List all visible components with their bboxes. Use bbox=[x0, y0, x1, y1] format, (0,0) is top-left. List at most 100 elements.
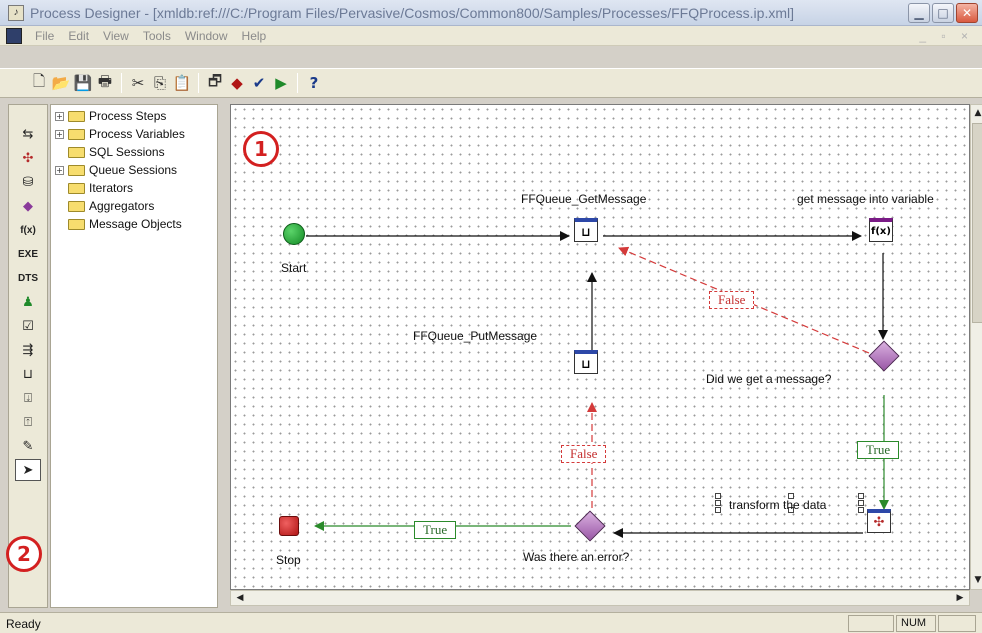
expand-icon[interactable]: + bbox=[55, 165, 64, 175]
edge-label-true-2: True bbox=[414, 521, 457, 539]
stop-node[interactable] bbox=[279, 516, 299, 536]
menu-view[interactable]: View bbox=[96, 29, 136, 43]
cut-icon[interactable]: ✂ bbox=[127, 72, 149, 94]
exe-tool[interactable]: EXE bbox=[9, 243, 47, 265]
tree-panel: + Process Steps + Process Variables SQL Se… bbox=[50, 104, 218, 608]
scroll-up-icon[interactable]: ▲ bbox=[972, 106, 982, 120]
tree-item-label: Process Steps bbox=[89, 109, 167, 123]
copy-icon[interactable]: ⎘ bbox=[149, 72, 171, 94]
getmessage-node[interactable]: ⊔ bbox=[574, 218, 598, 242]
tree-item-label: Process Variables bbox=[89, 127, 185, 141]
paste-icon[interactable]: 📋 bbox=[171, 72, 193, 94]
menu-file[interactable]: File bbox=[28, 29, 61, 43]
status-bar: Ready NUM bbox=[0, 612, 982, 633]
toolbar: 🗋 📂 💾 🖶 ✂ ⎘ 📋 🗗 ◆ ✔ ▶ ? bbox=[0, 68, 982, 98]
tree-item-label: Queue Sessions bbox=[89, 163, 178, 177]
start-label: Start bbox=[281, 261, 307, 275]
tree-item-queue-sessions[interactable]: + Queue Sessions bbox=[55, 161, 177, 179]
expand-icon[interactable]: + bbox=[55, 129, 64, 139]
expand-icon[interactable]: + bbox=[55, 111, 64, 121]
getmessage-label: FFQueue_GetMessage bbox=[521, 192, 647, 206]
transform-node[interactable]: ✣ bbox=[867, 509, 891, 533]
selection-handle[interactable] bbox=[715, 493, 721, 499]
menu-window[interactable]: Window bbox=[178, 29, 235, 43]
tree-item-process-variables[interactable]: + Process Variables bbox=[55, 125, 185, 143]
folder-icon bbox=[68, 200, 85, 212]
transform-label: transform the data bbox=[729, 498, 827, 512]
tree-item-message-objects[interactable]: Message Objects bbox=[55, 215, 182, 233]
save-icon[interactable]: 💾 bbox=[72, 72, 94, 94]
maximize-button[interactable]: □ bbox=[932, 2, 954, 23]
scroll-right-icon[interactable]: ▶ bbox=[953, 592, 967, 604]
queue-icon[interactable]: ⊔ bbox=[9, 363, 47, 385]
menu-tools[interactable]: Tools bbox=[136, 29, 178, 43]
scroll-down-icon[interactable]: ▼ bbox=[972, 573, 982, 587]
process-designer-icon: ♪ bbox=[8, 4, 24, 21]
step-icon[interactable]: ⇆ bbox=[9, 123, 47, 145]
print-icon[interactable]: 🖶 bbox=[94, 72, 116, 94]
vertical-scroll-thumb[interactable] bbox=[972, 123, 982, 323]
decision-icon[interactable]: ◆ bbox=[9, 195, 47, 217]
scroll-left-icon[interactable]: ◀ bbox=[233, 592, 247, 604]
tree-item-sql-sessions[interactable]: SQL Sessions bbox=[55, 143, 165, 161]
menu-help[interactable]: Help bbox=[235, 29, 274, 43]
checklist-icon[interactable]: ☑ bbox=[9, 315, 47, 337]
get-message-icon[interactable]: ⍐ bbox=[9, 411, 47, 433]
user-icon[interactable]: ♟ bbox=[9, 291, 47, 313]
database-icon[interactable]: ⛁ bbox=[9, 171, 47, 193]
tree-item-aggregators[interactable]: Aggregators bbox=[55, 197, 154, 215]
function-node[interactable]: f(x) bbox=[869, 218, 893, 242]
properties-icon[interactable]: 🗗 bbox=[204, 72, 226, 94]
edit-icon[interactable]: ✎ bbox=[9, 435, 47, 457]
putmessage-node[interactable]: ⊔ bbox=[574, 350, 598, 374]
edge-label-true-1: True bbox=[857, 441, 900, 459]
title-bar: ♪ Process Designer - [xmldb:ref:///C:/Pr… bbox=[0, 0, 982, 26]
vertical-scrollbar[interactable]: ▲ ▼ bbox=[970, 104, 982, 590]
new-icon[interactable]: 🗋 bbox=[28, 72, 50, 94]
status-pane bbox=[848, 615, 894, 632]
function-icon: f(x) bbox=[871, 226, 891, 237]
pointer-icon[interactable]: ➤ bbox=[15, 459, 41, 481]
document-icon[interactable] bbox=[6, 27, 22, 44]
status-text: Ready bbox=[6, 617, 41, 631]
check-icon[interactable]: ✔ bbox=[248, 72, 270, 94]
menu-bar: File Edit View Tools Window Help _ ▫ × bbox=[0, 26, 982, 46]
menu-edit[interactable]: Edit bbox=[61, 29, 96, 43]
diagram-canvas[interactable]: 1 Start FFQueue_GetMessage ⊔ get message… bbox=[230, 104, 970, 590]
open-icon[interactable]: 📂 bbox=[50, 72, 72, 94]
num-indicator: NUM bbox=[896, 615, 936, 632]
horizontal-scrollbar[interactable]: ◀ ▶ bbox=[230, 590, 970, 606]
run-icon[interactable]: ▶ bbox=[270, 72, 292, 94]
callout-1: 1 bbox=[243, 131, 279, 167]
status-pane bbox=[938, 615, 976, 632]
transform-icon[interactable]: ✣ bbox=[9, 147, 47, 169]
callout-2: 2 bbox=[6, 536, 42, 572]
selection-handle[interactable] bbox=[858, 507, 864, 513]
queue-icon: ⊔ bbox=[581, 224, 591, 239]
edge-label-false-1: False bbox=[709, 291, 755, 309]
function-icon[interactable]: f(x) bbox=[9, 219, 47, 241]
folder-icon bbox=[68, 164, 85, 176]
selection-handle[interactable] bbox=[858, 500, 864, 506]
decision-error-label: Was there an error? bbox=[523, 550, 630, 564]
mdi-controls[interactable]: _ ▫ × bbox=[919, 29, 974, 43]
put-message-icon[interactable]: ⍗ bbox=[9, 387, 47, 409]
folder-icon bbox=[68, 146, 85, 158]
edge-label-false-2: False bbox=[561, 445, 607, 463]
close-button[interactable]: ✕ bbox=[956, 2, 978, 23]
iterator-icon[interactable]: ⇶ bbox=[9, 339, 47, 361]
selection-handle[interactable] bbox=[858, 493, 864, 499]
toolbar-separator bbox=[121, 73, 122, 93]
validate-icon[interactable]: ◆ bbox=[226, 72, 248, 94]
help-icon[interactable]: ? bbox=[303, 72, 325, 94]
minimize-button[interactable]: ▁ bbox=[908, 2, 930, 23]
tree-item-iterators[interactable]: Iterators bbox=[55, 179, 133, 197]
tree-item-process-steps[interactable]: + Process Steps bbox=[55, 107, 166, 125]
queue-icon: ⊔ bbox=[581, 356, 591, 371]
selection-handle[interactable] bbox=[715, 500, 721, 506]
diagram-edges bbox=[306, 231, 889, 538]
dts-tool[interactable]: DTS bbox=[9, 267, 47, 289]
start-node[interactable] bbox=[283, 223, 305, 245]
transform-icon: ✣ bbox=[873, 515, 885, 530]
selection-handle[interactable] bbox=[715, 507, 721, 513]
